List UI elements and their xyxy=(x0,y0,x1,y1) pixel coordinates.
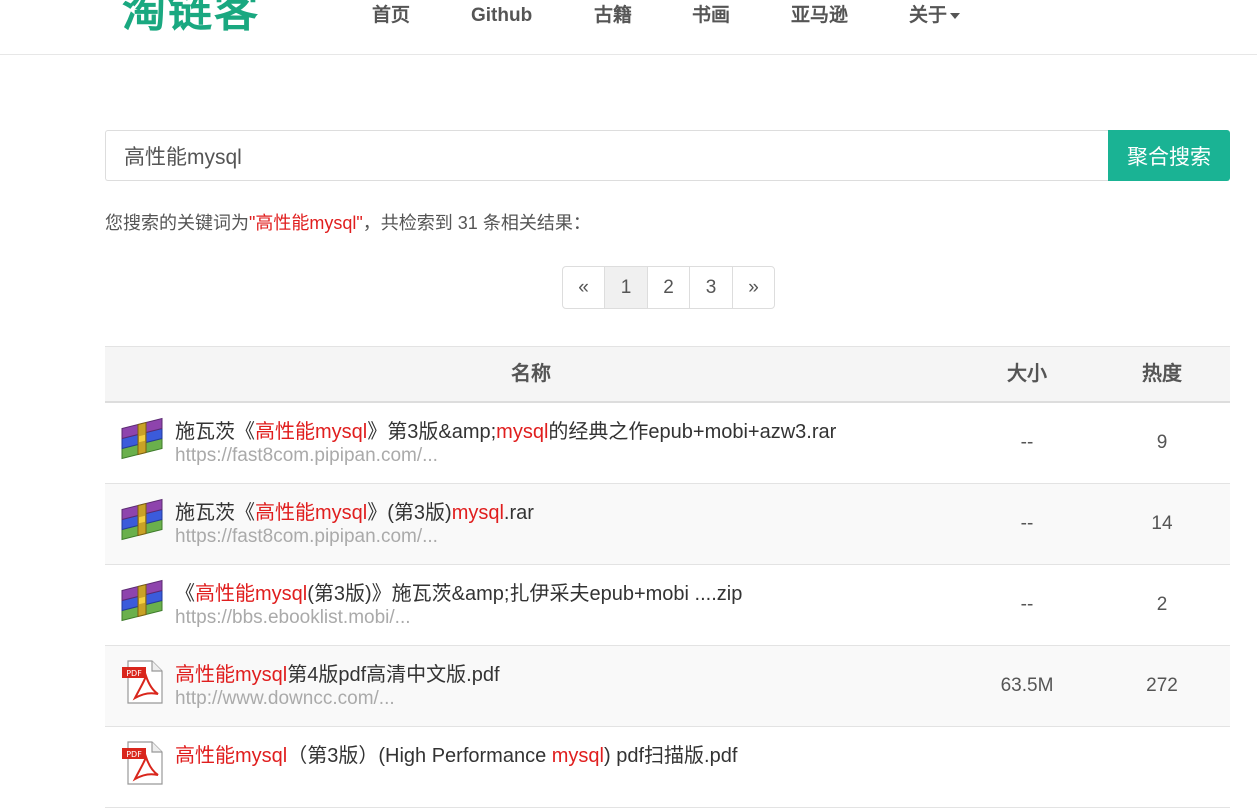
file-name-link[interactable]: 施瓦茨《高性能mysql》第3版&amp;mysql的经典之作epub+mobi… xyxy=(175,415,836,444)
result-summary-prefix: 您搜索的关键词为 xyxy=(105,213,249,233)
rar-archive-icon-graphic xyxy=(121,579,163,622)
hot-count: 2 xyxy=(1156,594,1168,615)
keyword-highlight: 高性能mysql xyxy=(255,502,368,524)
table-body: 施瓦茨《高性能mysql》第3版&amp;mysql的经典之作epub+mobi… xyxy=(105,403,1230,808)
source-url[interactable]: https://fast8com.pipipan.com/... xyxy=(175,526,438,548)
pdf-file-icon: PDF xyxy=(120,741,166,785)
svg-text:PDF: PDF xyxy=(126,750,142,759)
result-summary: 您搜索的关键词为"高性能mysql"，共检索到 31 条相关结果： xyxy=(105,209,591,235)
source-url[interactable]: https://bbs.ebooklist.mobi/... xyxy=(175,607,411,629)
keyword-highlight: mysql xyxy=(451,502,504,524)
keyword-highlight: mysql xyxy=(551,745,604,767)
site-logo[interactable]: 淘链客 xyxy=(122,0,260,38)
file-name-text: （第3版）(High Performance xyxy=(287,745,552,767)
caret-down-icon xyxy=(950,12,961,19)
header-size: 大小 xyxy=(1007,363,1047,385)
header-name: 名称 xyxy=(511,363,551,385)
results-table: 名称 大小 热度 施瓦茨《高性能mysql》第3版&amp;mysql的经典之作… xyxy=(105,346,1230,808)
file-name-text: 》第3版&amp; xyxy=(367,421,497,443)
keyword-highlight: 高性能mysql xyxy=(175,664,288,686)
file-name-text: 》(第3版) xyxy=(367,502,452,524)
table-row[interactable]: PDF 高性能mysql（第3版）(High Performance mysql… xyxy=(105,727,1230,808)
search-bar: 聚合搜索 xyxy=(105,130,1230,181)
header-hot: 热度 xyxy=(1142,363,1182,385)
rar-archive-icon xyxy=(120,579,166,623)
page-1-button[interactable]: 1 xyxy=(604,267,647,308)
hot-count: 272 xyxy=(1146,675,1178,696)
hot-count: 14 xyxy=(1151,513,1173,534)
nav-github[interactable]: Github xyxy=(471,4,532,28)
table-header: 名称 大小 热度 xyxy=(105,346,1230,403)
table-row[interactable]: 施瓦茨《高性能mysql》第3版&amp;mysql的经典之作epub+mobi… xyxy=(105,403,1230,484)
result-summary-keyword: "高性能mysql" xyxy=(249,213,363,233)
rar-archive-icon-graphic xyxy=(121,417,163,460)
file-name-link[interactable]: 高性能mysql（第3版）(High Performance mysql) pd… xyxy=(175,739,737,768)
top-navbar: 淘链客 首页 Github 古籍 书画 亚马逊 关于 xyxy=(0,0,1257,55)
result-summary-suffix: ，共检索到 31 条相关结果： xyxy=(362,213,591,233)
file-name-text: ) pdf扫描版.pdf xyxy=(604,745,738,767)
source-url[interactable]: https://fast8com.pipipan.com/... xyxy=(175,445,438,467)
pdf-file-icon-graphic: PDF xyxy=(122,741,163,785)
search-input[interactable] xyxy=(105,130,1108,181)
file-name-text: 《 xyxy=(175,583,195,605)
pdf-file-icon: PDF xyxy=(120,660,166,704)
file-name-text: 第4版pdf高清中文版.pdf xyxy=(287,664,500,686)
rar-archive-icon-graphic xyxy=(121,498,163,541)
file-name-link[interactable]: 《高性能mysql(第3版)》施瓦茨&amp;扎伊采夫epub+mobi ...… xyxy=(175,577,742,606)
file-name-link[interactable]: 施瓦茨《高性能mysql》(第3版)mysql.rar xyxy=(175,496,534,525)
page-3-button[interactable]: 3 xyxy=(689,267,732,308)
nav-home[interactable]: 首页 xyxy=(372,4,410,28)
nav-painting[interactable]: 书画 xyxy=(692,4,730,28)
hot-count: 9 xyxy=(1156,432,1168,453)
file-name-link[interactable]: 高性能mysql第4版pdf高清中文版.pdf xyxy=(175,658,500,687)
rar-archive-icon xyxy=(120,498,166,542)
file-name-text: 施瓦茨《 xyxy=(175,421,255,443)
keyword-highlight: mysql xyxy=(496,421,549,443)
file-name-text: 施瓦茨《 xyxy=(175,502,255,524)
page-next-button[interactable]: » xyxy=(732,267,774,308)
table-row[interactable]: 施瓦茨《高性能mysql》(第3版)mysql.rar https://fast8… xyxy=(105,484,1230,565)
page-2-button[interactable]: 2 xyxy=(647,267,689,308)
file-size: 63.5M xyxy=(1000,675,1054,696)
file-size: -- xyxy=(1020,594,1034,615)
pagination: « 1 2 3 » xyxy=(562,266,775,309)
rar-archive-icon xyxy=(120,417,166,461)
source-url[interactable]: http://www.downcc.com/... xyxy=(175,688,395,710)
pdf-file-icon-graphic: PDF xyxy=(122,660,163,704)
keyword-highlight: 高性能mysql xyxy=(255,421,368,443)
table-row[interactable]: 《高性能mysql(第3版)》施瓦茨&amp;扎伊采夫epub+mobi ...… xyxy=(105,565,1230,646)
file-size: -- xyxy=(1020,513,1034,534)
nav-amazon[interactable]: 亚马逊 xyxy=(791,4,848,28)
file-name-text: 的经典之作epub+mobi+azw3.rar xyxy=(548,421,837,443)
nav-about-dropdown[interactable]: 关于 xyxy=(909,4,961,28)
file-size: -- xyxy=(1020,432,1034,453)
page-prev-button[interactable]: « xyxy=(563,267,604,308)
nav-about-label: 关于 xyxy=(909,5,948,26)
table-row[interactable]: PDF 高性能mysql第4版pdf高清中文版.pdf http://www.do… xyxy=(105,646,1230,727)
aggregate-search-button[interactable]: 聚合搜索 xyxy=(1108,130,1230,181)
keyword-highlight: 高性能mysql xyxy=(195,583,308,605)
nav-ancient-books[interactable]: 古籍 xyxy=(594,4,632,28)
svg-text:PDF: PDF xyxy=(126,669,142,678)
file-name-text: (第3版)》施瓦茨&amp;扎伊采夫epub+mobi ....zip xyxy=(307,583,743,605)
file-name-text: .rar xyxy=(503,502,534,524)
keyword-highlight: 高性能mysql xyxy=(175,745,288,767)
